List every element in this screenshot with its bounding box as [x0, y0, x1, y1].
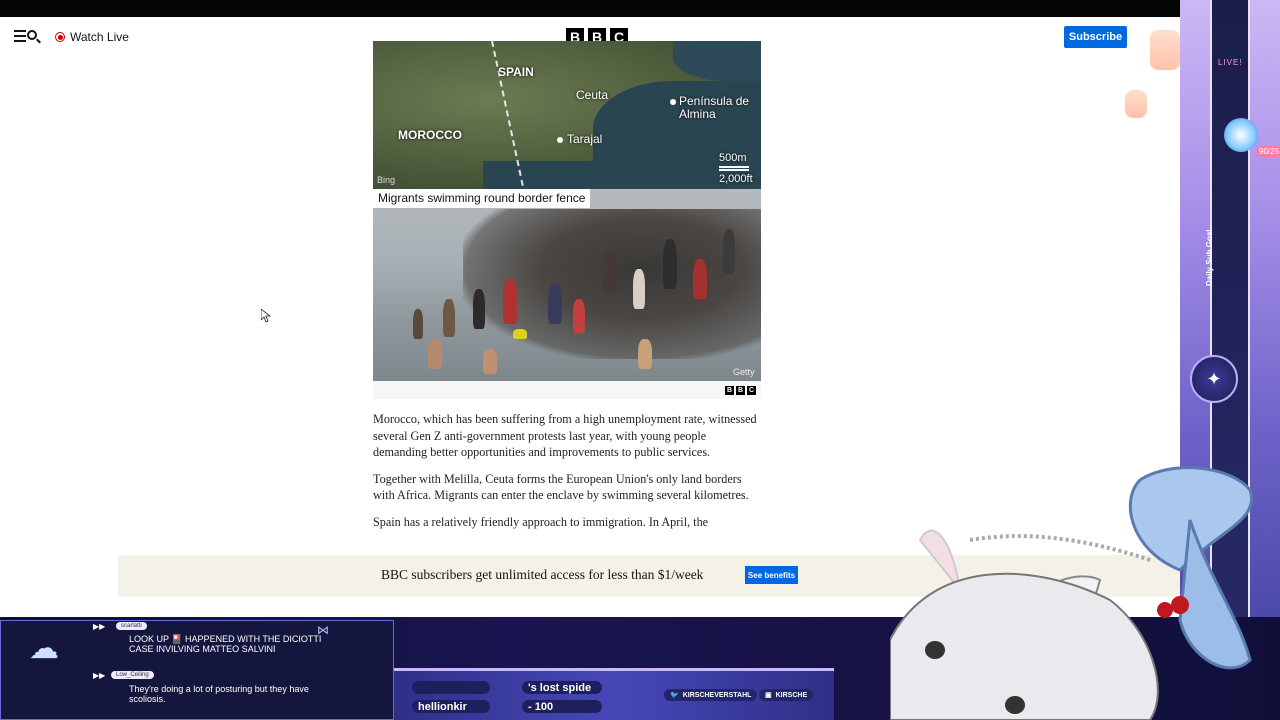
twitch-icon: ▣	[765, 692, 772, 699]
cat-mascot-image	[890, 466, 1253, 720]
ticker-bar	[412, 681, 490, 694]
migrants-photo	[373, 189, 761, 381]
bbc-mini-logo: B B C	[725, 386, 756, 395]
ticker-item: hellionkir	[412, 700, 490, 713]
live-indicator-icon	[55, 32, 65, 42]
play-icon: ▶▶	[93, 622, 106, 631]
image-footer	[373, 381, 761, 399]
live-label: LIVE!	[1218, 58, 1243, 67]
photo-credit: Getty	[733, 367, 755, 377]
sparkle-icon: ✦	[1190, 355, 1238, 403]
stream-ticker: 's lost spide hellionkir - 100 🐦 KIRSCHE…	[394, 668, 834, 720]
map-label-tarajal: Tarajal	[567, 132, 603, 146]
search-icon	[27, 30, 37, 40]
map-label-peninsula: Península de Almina	[679, 94, 750, 121]
chat-message: They're doing a lot of posturing but the…	[129, 684, 309, 704]
article-paragraph: Together with Melilla, Ceuta forms the E…	[373, 471, 749, 503]
ghost-icon: ☁	[29, 632, 59, 665]
chat-username: scarlatti	[116, 622, 147, 630]
map-label-spain: SPAIN	[498, 65, 534, 79]
watch-live-label: Watch Live	[70, 30, 129, 44]
watch-live-link[interactable]: Watch Live	[55, 30, 129, 44]
lantern-icon	[1150, 30, 1180, 70]
sub-goal-label: Daily Sub Goal	[1205, 229, 1214, 287]
scale-metres: 500m	[719, 152, 747, 164]
play-icon: ▶▶	[93, 671, 106, 680]
window-top-bar	[0, 0, 1280, 17]
map-scale: 500m 2,000ft	[719, 151, 753, 186]
bow-icon: ⋈	[317, 623, 329, 637]
photo-caption: Migrants swimming round border fence	[373, 189, 591, 208]
article-paragraph: Morocco, which has been suffering from a…	[373, 412, 757, 459]
light-bulb-icon	[1224, 118, 1258, 152]
menu-icon	[14, 30, 26, 45]
twitch-handle: ▣ KIRSCHE	[759, 689, 814, 701]
article-body: Morocco, which has been suffering from a…	[373, 411, 763, 540]
article-paragraph: Spain has a relatively friendly approach…	[373, 514, 709, 529]
ticker-item: 's lost spide	[522, 681, 602, 694]
chat-username: Low_Ceiling	[111, 671, 154, 679]
chat-box: scarlatti LOOK UP 🎴 HAPPENED WITH THE DI…	[0, 620, 394, 720]
chat-message: LOOK UP 🎴 HAPPENED WITH THE DICIOTTI CAS…	[129, 634, 322, 654]
subscribe-button[interactable]: Subscribe	[1064, 26, 1127, 48]
ticker-item: - 100	[522, 700, 602, 713]
map-label-ceuta: Ceuta	[576, 88, 609, 102]
map-label-morocco: MOROCCO	[398, 128, 462, 142]
map-pin-icon	[557, 137, 563, 143]
scale-feet: 2,000ft	[719, 173, 753, 185]
map-image: SPAIN MOROCCO Ceuta Península de Almina …	[373, 41, 761, 189]
menu-search-button[interactable]	[12, 28, 40, 46]
sub-goal-count: 90/25	[1256, 146, 1280, 157]
twitter-handle: 🐦 KIRSCHEVERSTAHL	[664, 689, 758, 701]
map-pin-icon	[670, 99, 676, 105]
twitter-icon: 🐦	[670, 692, 679, 699]
see-benefits-button[interactable]: See benefits	[745, 566, 798, 584]
map-source: Bing	[377, 175, 396, 185]
banner-text: BBC subscribers get unlimited access for…	[381, 567, 704, 582]
lantern-icon	[1125, 90, 1147, 118]
